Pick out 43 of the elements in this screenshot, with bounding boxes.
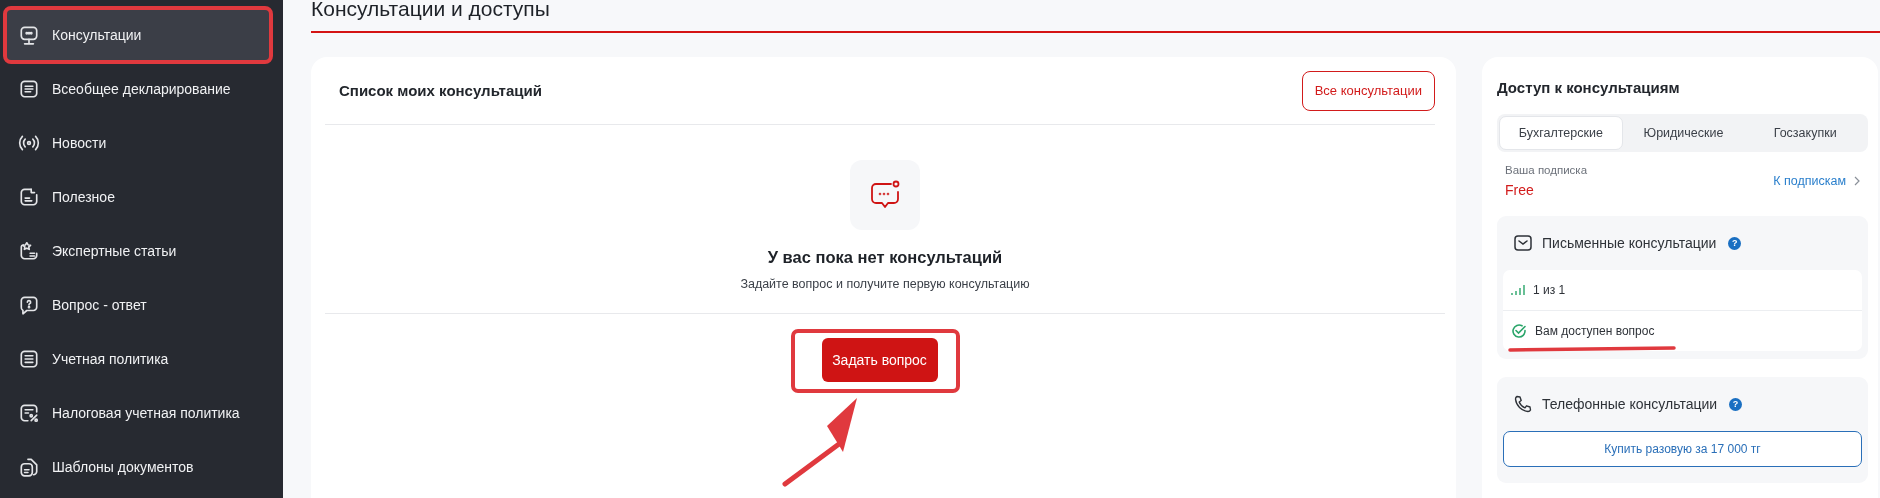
card-title: Список моих консультаций — [339, 82, 542, 99]
tab[interactable]: Бухгалтерские — [1499, 116, 1623, 150]
sidebar-item[interactable]: Шаблоны документов — [6, 440, 270, 494]
empty-state-text: Задайте вопрос и получите первую консультацию — [740, 277, 1030, 291]
sidebar-item[interactable]: Вопрос - ответ — [6, 278, 270, 332]
signal-bars-icon — [1511, 284, 1525, 296]
sidebar-item[interactable]: Экспертные статьи — [6, 224, 270, 278]
all-consultations-button[interactable]: Все консультации — [1301, 70, 1435, 111]
phone-icon — [1513, 394, 1533, 414]
star-document-icon — [18, 240, 40, 262]
ask-question-button[interactable]: Задать вопрос — [821, 338, 938, 382]
note-icon — [18, 186, 40, 208]
list-icon — [18, 348, 40, 370]
sidebar-item[interactable]: Налоговая учетная политика — [6, 386, 270, 440]
subscriptions-link[interactable]: К подпискам — [1773, 174, 1860, 188]
subscription-plan: Free — [1505, 182, 1535, 198]
envelope-icon — [1513, 233, 1533, 253]
sidebar-item[interactable]: Новости — [6, 116, 270, 170]
usage-count: 1 из 1 — [1533, 283, 1566, 297]
percent-document-icon — [18, 402, 40, 424]
check-circle-icon — [1511, 323, 1527, 339]
sidebar-item[interactable]: Учетная политика — [6, 332, 270, 386]
monitor-chat-icon — [18, 24, 40, 46]
page-title: Консультации и доступы — [311, 0, 1880, 33]
help-icon[interactable]: ? — [1728, 236, 1742, 250]
sidebar-item[interactable]: Всеобщее декларирование — [6, 62, 270, 116]
section-title: Телефонные консультации — [1542, 396, 1718, 412]
sidebar-item[interactable]: Консультации — [6, 8, 270, 62]
help-icon[interactable]: ? — [1729, 397, 1743, 411]
question-bubble-icon — [18, 294, 40, 316]
documents-icon — [18, 456, 40, 478]
section-title: Письменные консультации — [1542, 235, 1717, 251]
empty-state-title: У вас пока нет консультаций — [767, 248, 1003, 267]
tab[interactable]: Госзакупки — [1744, 116, 1866, 150]
buy-button[interactable]: Купить разовую за 17 000 тг — [1503, 431, 1862, 467]
sidebar-item[interactable]: Полезное — [6, 170, 270, 224]
chat-bubble-icon — [850, 160, 920, 230]
status-text: Вам доступен вопрос — [1535, 324, 1655, 338]
document-icon — [18, 78, 40, 100]
chevron-right-icon — [1854, 176, 1860, 186]
tab[interactable]: Юридические — [1622, 116, 1745, 150]
panel-title: Доступ к консультациям — [1497, 79, 1681, 96]
subscription-label: Ваша подписка — [1505, 164, 1588, 176]
